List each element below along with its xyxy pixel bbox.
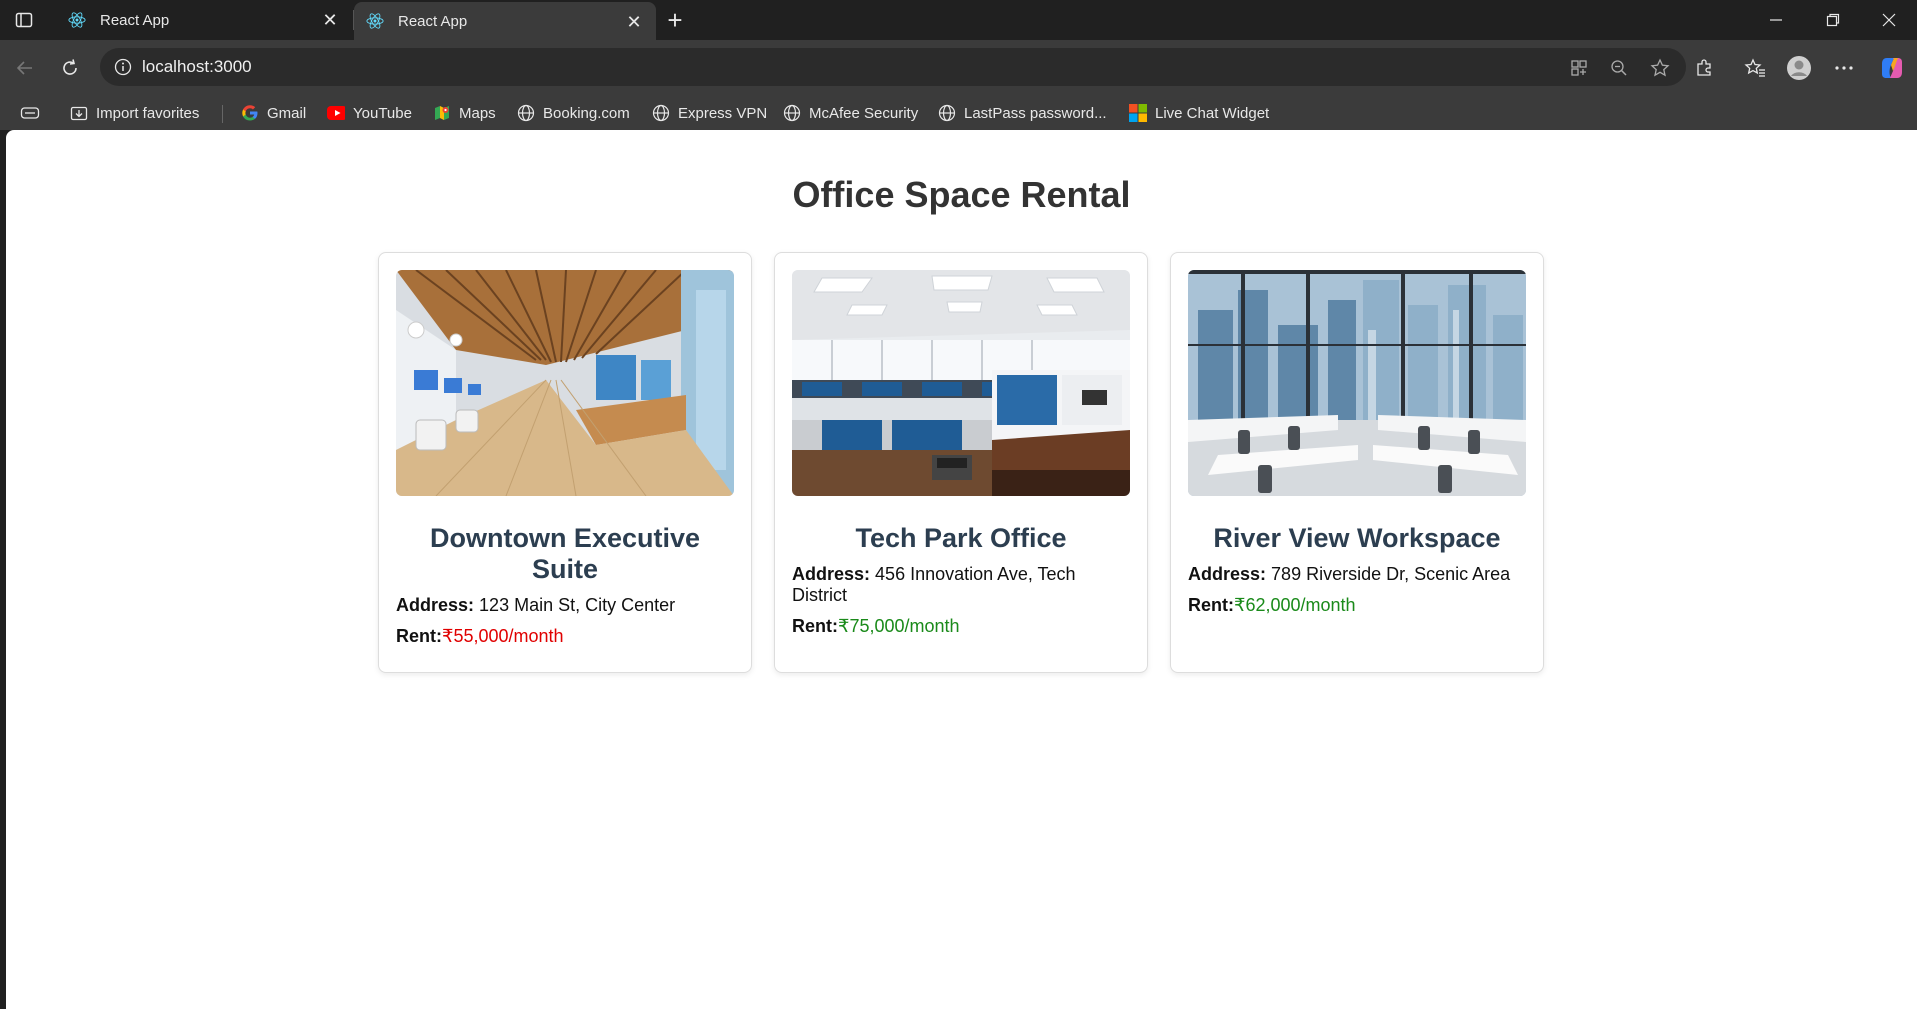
rent-value: ₹62,000/month [1234, 595, 1356, 615]
office-address: Address: 123 Main St, City Center [396, 595, 734, 616]
fav-mcafee[interactable]: McAfee Security [783, 102, 918, 124]
close-tab-icon[interactable]: ✕ [624, 12, 644, 32]
rent-value: ₹55,000/month [442, 626, 564, 646]
rent-value: ₹75,000/month [838, 616, 960, 636]
fav-label: Maps [459, 104, 496, 122]
fav-label: Booking.com [543, 104, 630, 122]
office-rent: Rent:₹75,000/month [792, 616, 1130, 637]
office-photo [396, 270, 734, 496]
office-rent: Rent:₹55,000/month [396, 626, 734, 647]
fav-label: Express VPN [678, 104, 768, 122]
office-address: Address: 456 Innovation Ave, Tech Distri… [792, 564, 1130, 606]
fav-label: LastPass password... [964, 104, 1107, 122]
globe-icon [517, 104, 535, 122]
address-value: 789 Riverside Dr, Scenic Area [1271, 564, 1511, 584]
fav-booking[interactable]: Booking.com [517, 102, 630, 124]
fav-live-chat-widget[interactable]: Live Chat Widget [1129, 102, 1269, 124]
address-bar[interactable]: localhost:3000 [100, 48, 1686, 86]
browser-title-bar: React App ✕ React App ✕ + [0, 0, 1917, 40]
fav-label: McAfee Security [809, 104, 919, 122]
maps-icon [433, 104, 451, 122]
office-rent: Rent:₹62,000/month [1188, 595, 1526, 616]
office-name: River View Workspace [1213, 523, 1501, 553]
fav-lastpass[interactable]: LastPass password... [938, 102, 1107, 124]
url-text: localhost:3000 [142, 57, 252, 76]
office-name: Downtown Executive Suite [429, 523, 701, 584]
react-icon [68, 11, 86, 29]
fav-label: Gmail [267, 104, 307, 122]
office-address: Address: 789 Riverside Dr, Scenic Area [1188, 564, 1526, 585]
office-card: Downtown Executive Suite Address: 123 Ma… [378, 252, 752, 673]
rent-label: Rent: [792, 616, 838, 636]
fav-label: Live Chat Widget [1155, 104, 1270, 122]
react-icon [366, 12, 384, 30]
globe-icon [938, 104, 956, 122]
import-icon [70, 104, 88, 122]
office-list: Downtown Executive Suite Address: 123 Ma… [378, 252, 1544, 673]
back-icon[interactable] [11, 54, 39, 82]
globe-icon [783, 104, 801, 122]
site-info-icon[interactable] [114, 58, 132, 76]
tab-react-app-1[interactable]: React App ✕ [56, 0, 354, 40]
fav-express-vpn[interactable]: Express VPN [652, 102, 767, 124]
tab-react-app-2[interactable]: React App ✕ [354, 2, 656, 40]
fav-gmail[interactable]: Gmail [241, 102, 306, 124]
zoom-out-icon[interactable] [1608, 57, 1630, 79]
google-icon [241, 104, 259, 122]
office-photo [1188, 270, 1526, 496]
close-window-icon[interactable] [1861, 0, 1917, 40]
collections-icon[interactable] [20, 102, 40, 124]
fav-label: YouTube [353, 104, 412, 122]
fav-maps[interactable]: Maps [433, 102, 496, 124]
close-tab-icon[interactable]: ✕ [320, 10, 340, 30]
favorites-icon[interactable] [1741, 54, 1769, 82]
microsoft-icon [1129, 104, 1147, 122]
rent-label: Rent: [1188, 595, 1234, 615]
browser-toolbar: localhost:3000 [0, 40, 1917, 96]
page-viewport: Office Space Rental Downtown Executive S… [6, 130, 1917, 1009]
new-tab-button[interactable]: + [662, 7, 688, 34]
address-label: Address: [792, 564, 871, 584]
app-available-icon[interactable] [1568, 57, 1590, 79]
profile-avatar-icon[interactable] [1785, 54, 1813, 82]
favorites-divider [222, 105, 223, 123]
favorites-bar: Import favorites Gmail YouTube Maps Book… [0, 96, 1917, 130]
fav-youtube[interactable]: YouTube [327, 102, 412, 124]
office-photo [792, 270, 1130, 496]
favorite-star-icon[interactable] [1649, 57, 1671, 79]
office-card: River View Workspace Address: 789 Rivers… [1170, 252, 1544, 673]
restore-icon[interactable] [1805, 0, 1861, 40]
rent-label: Rent: [396, 626, 442, 646]
globe-icon [652, 104, 670, 122]
fav-label: Import favorites [96, 104, 200, 122]
address-label: Address: [1188, 564, 1267, 584]
tab-actions-icon[interactable] [12, 8, 36, 32]
office-card: Tech Park Office Address: 456 Innovation… [774, 252, 1148, 673]
fav-import-favorites[interactable]: Import favorites [70, 102, 199, 124]
extensions-icon[interactable] [1690, 54, 1718, 82]
refresh-icon[interactable] [56, 54, 84, 82]
tab-title: React App [398, 12, 468, 30]
youtube-icon [327, 104, 345, 122]
more-options-icon[interactable] [1830, 54, 1858, 82]
minimize-icon[interactable] [1748, 0, 1804, 40]
address-label: Address: [396, 595, 475, 615]
office-name: Tech Park Office [855, 523, 1067, 553]
copilot-icon[interactable] [1878, 54, 1906, 82]
address-value: 123 Main St, City Center [479, 595, 676, 615]
tab-title: React App [100, 11, 170, 29]
page-title: Office Space Rental [792, 174, 1131, 215]
